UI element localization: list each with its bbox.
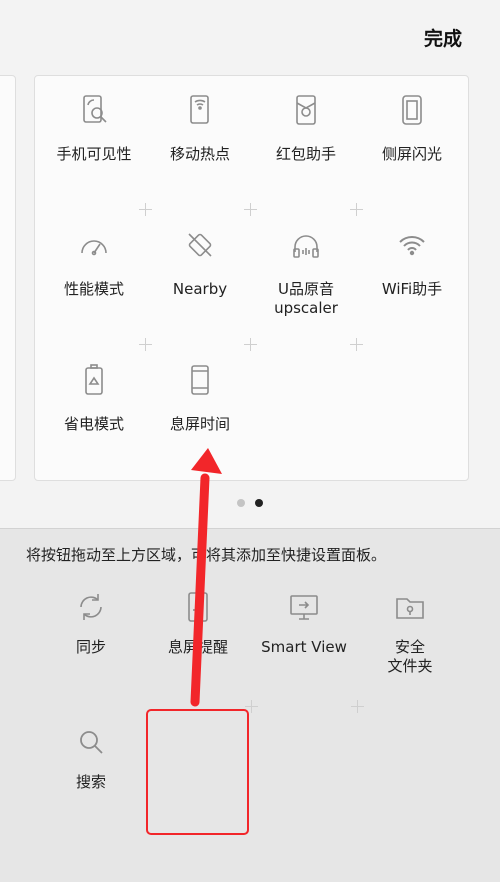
tile-label: 红包助手 xyxy=(275,145,336,163)
screen-timeout-icon xyxy=(191,365,209,395)
headphones-icon xyxy=(293,235,319,258)
grid-marker xyxy=(244,203,257,216)
previous-page-panel[interactable] xyxy=(0,75,16,481)
tile-sync[interactable]: 同步 xyxy=(36,590,146,657)
grid-marker xyxy=(350,203,363,216)
tile-label: 安全 文件夹 xyxy=(387,638,433,675)
page-indicator-2[interactable] xyxy=(255,499,263,507)
edge-lighting-icon xyxy=(402,95,422,125)
tile-device-visibility[interactable]: 手机可见性 xyxy=(39,93,149,164)
quick-settings-grid: 手机可见性 移动热点 红包助手 侧屏闪光 性能模式 Nearby U品原音 up… xyxy=(34,75,469,481)
tile-label: 搜索 xyxy=(75,773,106,791)
power-saving-icon xyxy=(85,364,103,395)
tile-smart-view[interactable]: Smart View xyxy=(249,590,359,657)
tile-label: 同步 xyxy=(75,638,106,656)
tile-power-saving[interactable]: 省电模式 xyxy=(39,363,149,434)
tile-label: 性能模式 xyxy=(63,280,124,298)
tile-label: U品原音 upscaler xyxy=(274,280,338,317)
tile-red-envelope[interactable]: 红包助手 xyxy=(251,93,361,164)
tile-label: 息屏时间 xyxy=(169,415,230,433)
tile-label: 手机可见性 xyxy=(56,145,132,163)
tile-secure-folder[interactable]: 安全 文件夹 xyxy=(355,590,465,676)
tile-label: 移动热点 xyxy=(169,145,230,163)
mobile-hotspot-icon xyxy=(190,95,209,124)
tile-label: Nearby xyxy=(172,280,228,298)
wifi-icon xyxy=(399,236,425,256)
secure-folder-icon xyxy=(396,598,424,619)
smart-view-icon xyxy=(290,595,318,620)
done-button[interactable]: 完成 xyxy=(424,24,462,51)
always-on-display-icon xyxy=(188,592,208,622)
tile-nearby[interactable]: Nearby xyxy=(145,228,255,299)
tile-wifi-assistant[interactable]: WiFi助手 xyxy=(357,228,467,299)
tile-performance-mode[interactable]: 性能模式 xyxy=(39,228,149,299)
tile-label: Smart View xyxy=(261,638,347,656)
tile-search[interactable]: 搜索 xyxy=(36,725,146,792)
device-visibility-icon xyxy=(83,95,107,123)
nearby-icon xyxy=(188,233,212,257)
grid-marker xyxy=(139,203,152,216)
tile-label: WiFi助手 xyxy=(381,280,443,298)
page-indicator-1[interactable] xyxy=(237,499,245,507)
tile-uhq-upscaler[interactable]: U品原音 upscaler xyxy=(251,228,361,318)
performance-mode-icon xyxy=(81,240,107,256)
tile-mobile-hotspot[interactable]: 移动热点 xyxy=(145,93,255,164)
tile-edge-lighting[interactable]: 侧屏闪光 xyxy=(357,93,467,164)
grid-marker xyxy=(350,338,363,351)
tile-label: 息屏提醒 xyxy=(167,638,228,656)
sync-icon xyxy=(80,594,102,620)
grid-marker xyxy=(139,338,152,351)
drag-hint-text: 将按钮拖动至上方区域，可将其添加至快捷设置面板。 xyxy=(26,546,387,564)
tile-label: 省电模式 xyxy=(63,415,124,433)
tile-screen-timeout[interactable]: 息屏时间 xyxy=(145,363,255,434)
grid-marker xyxy=(244,338,257,351)
grid-marker xyxy=(351,700,364,713)
red-envelope-icon xyxy=(296,95,316,125)
tile-always-on-display[interactable]: 息屏提醒 xyxy=(143,590,253,657)
tile-label: 侧屏闪光 xyxy=(381,145,442,163)
empty-slot-highlight xyxy=(146,709,249,835)
search-icon xyxy=(80,731,103,754)
